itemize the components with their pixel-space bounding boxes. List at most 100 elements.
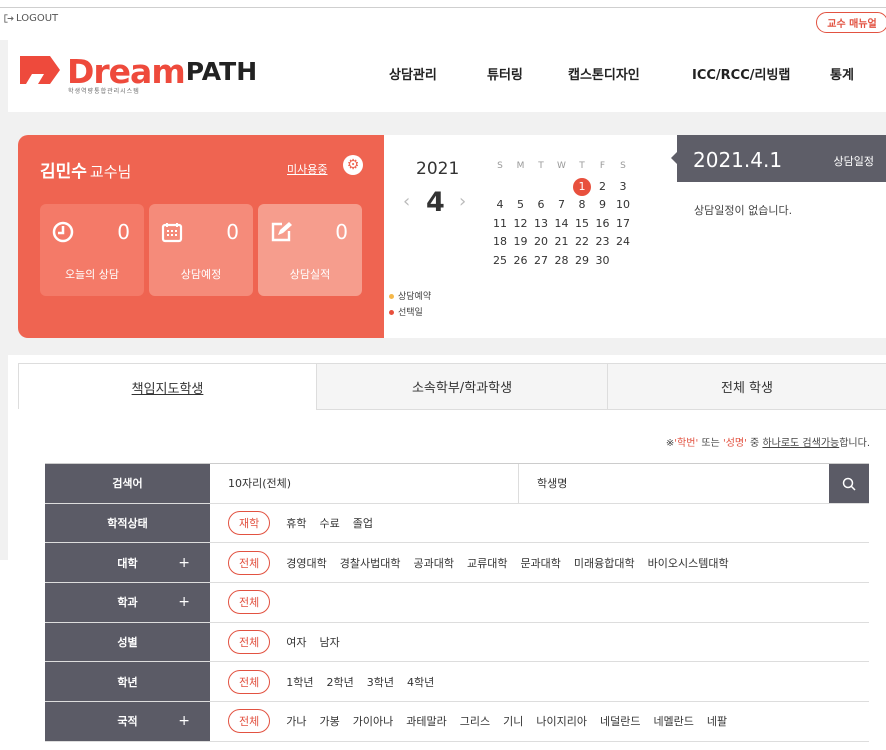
calendar-day[interactable]: 1 (572, 178, 592, 196)
filter-option[interactable]: 가나 (286, 713, 306, 729)
calendar-day[interactable]: 28 (552, 252, 572, 270)
search-button[interactable] (829, 464, 869, 503)
filter-options: 전체 1학년 2학년 3학년 4학년 (228, 662, 869, 701)
filter-option[interactable]: 1학년 (286, 674, 313, 690)
plus-icon[interactable]: + (178, 594, 190, 610)
nav-capstone[interactable]: 캡스톤디자인 (568, 64, 640, 83)
filter-option-active[interactable]: 전체 (228, 630, 271, 655)
filter-option[interactable]: 수료 (320, 515, 340, 531)
schedule-panel: 2021.4.1 상담일정 상담일정이 없습니다. (671, 135, 886, 338)
calendar-day[interactable]: 2 (593, 178, 613, 196)
student-name-input[interactable]: 학생명 (537, 464, 567, 503)
filter-option[interactable]: 졸업 (353, 515, 373, 531)
filter-option-active[interactable]: 전체 (228, 590, 271, 615)
stat-today[interactable]: 0 오늘의 상담 (40, 204, 144, 296)
filter-option[interactable]: 4학년 (407, 674, 434, 690)
filter-option[interactable]: 경영대학 (286, 555, 326, 571)
chevron-left-icon[interactable]: ‹ (403, 191, 410, 212)
calendar-day[interactable]: 4 (490, 196, 510, 214)
calendar-day[interactable]: 3 (613, 178, 633, 196)
id-length-select[interactable]: 10자리(전체) (228, 464, 518, 503)
filter-option[interactable]: 교류대학 (467, 555, 507, 571)
calendar-day[interactable]: 5 (511, 196, 531, 214)
filter-option[interactable]: 경찰사법대학 (340, 555, 401, 571)
student-tabs: 책임지도학생 소속학부/학과학생 전체 학생 (18, 363, 886, 410)
tab-all[interactable]: 전체 학생 (608, 364, 886, 410)
logout-link[interactable]: LOGOUT (3, 13, 58, 24)
filter-option-active[interactable]: 재학 (228, 511, 271, 536)
filter-option[interactable]: 미래융합대학 (574, 555, 635, 571)
calendar-day[interactable]: 13 (531, 215, 551, 233)
filter-option-active[interactable]: 전체 (228, 709, 271, 734)
stat-results[interactable]: 0 상담실적 (258, 204, 362, 296)
filter-option[interactable]: 2학년 (327, 674, 354, 690)
nav-tutoring[interactable]: 튜터링 (487, 64, 523, 83)
filter-option[interactable]: 네팔 (707, 713, 727, 729)
calendar-day[interactable]: 14 (552, 215, 572, 233)
manual-button[interactable]: 교수 매뉴얼 (816, 12, 886, 33)
filter-option[interactable]: 바이오시스템대학 (648, 555, 729, 571)
filter-option[interactable]: 휴학 (286, 515, 306, 531)
search-row: 성별 전체 여자 남자 (45, 622, 869, 663)
calendar-legend: 상담예약 선택일 (389, 289, 431, 321)
filter-option[interactable]: 네멜란드 (653, 713, 693, 729)
calendar-day[interactable]: 22 (572, 233, 592, 251)
calendar-day[interactable]: 6 (531, 196, 551, 214)
filter-option[interactable]: 네덜란드 (600, 713, 640, 729)
plus-icon[interactable]: + (178, 555, 190, 571)
calendar-day[interactable]: 8 (572, 196, 592, 214)
stat-today-value: 0 (117, 220, 130, 244)
filter-option-active[interactable]: 전체 (228, 550, 271, 575)
stat-scheduled-label: 상담예정 (180, 268, 222, 281)
filter-option[interactable]: 3학년 (367, 674, 394, 690)
tab-department[interactable]: 소속학부/학과학생 (317, 364, 608, 410)
filter-options: 전체 경영대학 경찰사법대학 공과대학 교류대학 문과대학 미래융합대학 바이오시스템대학 (228, 543, 869, 582)
calendar-day[interactable]: 19 (511, 233, 531, 251)
calendar-day[interactable]: 10 (613, 196, 633, 214)
calendar-day[interactable]: 18 (490, 233, 510, 251)
clock-icon (52, 221, 74, 243)
search-hint: ※'학번' 또는 '성명' 중 하나로도 검색가능합니다. (665, 438, 870, 449)
filter-option[interactable]: 공과대학 (413, 555, 453, 571)
tab-advisee[interactable]: 책임지도학생 (19, 364, 317, 410)
filter-option-active[interactable]: 전체 (228, 669, 271, 694)
filter-option[interactable]: 과테말라 (406, 713, 446, 729)
calendar-day[interactable]: 7 (552, 196, 572, 214)
calendar-day[interactable]: 23 (593, 233, 613, 251)
filter-option[interactable]: 그리스 (460, 713, 490, 729)
schedule-title: 상담일정 (833, 155, 874, 168)
status-link[interactable]: 미사용중 (287, 161, 327, 177)
calendar-day[interactable]: 12 (511, 215, 531, 233)
stat-scheduled[interactable]: 0 상담예정 (149, 204, 253, 296)
calendar-day[interactable]: 26 (511, 252, 531, 270)
calendar-day[interactable]: 25 (490, 252, 510, 270)
calendar-day[interactable]: 11 (490, 215, 510, 233)
row-label: 성별 (45, 622, 210, 662)
filter-option[interactable]: 가이아나 (353, 713, 393, 729)
nav-counseling[interactable]: 상담관리 (389, 64, 437, 83)
filter-option[interactable]: 여자 (286, 634, 306, 650)
calendar-day[interactable]: 15 (572, 215, 592, 233)
filter-option[interactable]: 문과대학 (520, 555, 560, 571)
calendar-day[interactable]: 17 (613, 215, 633, 233)
search-row: 국적 + 전체 가나 가봉 가이아나 과테말라 그리스 기니 나이지리아 네덜란드 네멜란드 네팔 (45, 702, 869, 742)
logo[interactable]: Dream PATH 학생역량통합관리시스템 (16, 50, 257, 95)
calendar-day[interactable]: 9 (593, 196, 613, 214)
calendar-day[interactable]: 29 (572, 252, 592, 270)
filter-option[interactable]: 나이지리아 (536, 713, 587, 729)
chevron-right-icon[interactable]: › (459, 191, 466, 212)
filter-option[interactable]: 남자 (320, 634, 340, 650)
nav-statistics[interactable]: 통계 (830, 64, 854, 83)
nav-icc[interactable]: ICC/RCC/리빙랩 (692, 64, 790, 83)
gear-icon[interactable]: ⚙ (343, 155, 363, 175)
calendar-day[interactable]: 21 (552, 233, 572, 251)
calendar-day[interactable]: 27 (531, 252, 551, 270)
calendar-day[interactable]: 16 (593, 215, 613, 233)
filter-option[interactable]: 기니 (503, 713, 523, 729)
filter-option[interactable]: 가봉 (320, 713, 340, 729)
calendar-day[interactable]: 20 (531, 233, 551, 251)
calendar-day[interactable]: 30 (593, 252, 613, 270)
plus-icon[interactable]: + (178, 713, 190, 729)
weekday-label: S (497, 161, 503, 171)
calendar-day[interactable]: 24 (613, 233, 633, 251)
